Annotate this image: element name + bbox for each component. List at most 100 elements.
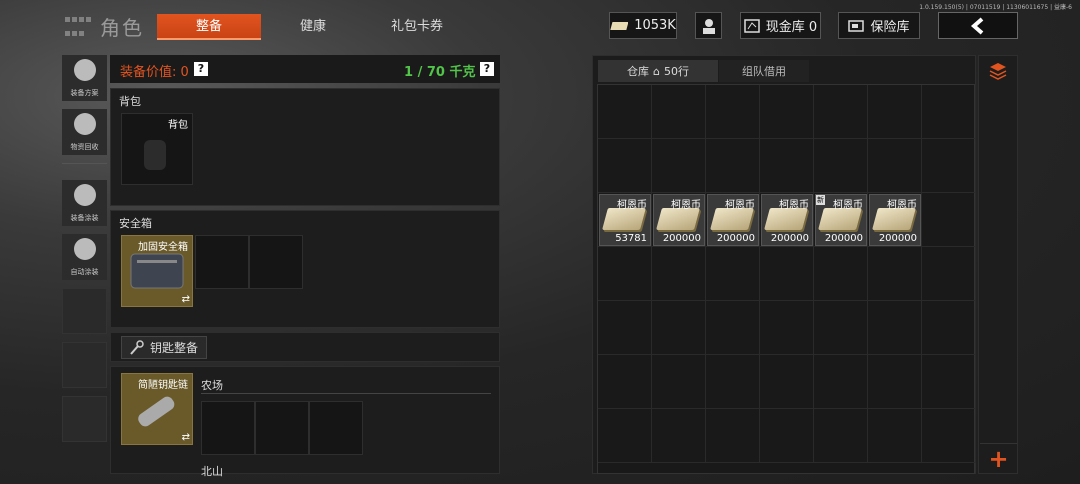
grid-cell[interactable] xyxy=(760,85,814,139)
brush-icon xyxy=(74,238,96,260)
grid-cell[interactable] xyxy=(814,139,868,193)
grid-cell[interactable] xyxy=(868,301,922,355)
banknote-icon xyxy=(710,208,754,230)
warehouse-grid[interactable]: 柯恩币 53781 柯恩币 200000 柯恩币 200000 柯恩币 200000 柯恩币 20… xyxy=(597,84,976,474)
coin-item-name: 柯恩币 xyxy=(779,200,809,211)
loadout-header: 装备价值: 0 ? 1 / 70 千克 ? xyxy=(110,55,500,83)
grid-cell[interactable] xyxy=(922,409,976,463)
sort-stack-icon[interactable] xyxy=(988,62,1010,80)
grid-cell[interactable] xyxy=(652,247,706,301)
currency-display[interactable]: 1053K xyxy=(609,12,677,39)
key-slot[interactable] xyxy=(201,401,255,455)
value-help-icon[interactable]: ? xyxy=(194,62,208,76)
grid-cell[interactable] xyxy=(706,247,760,301)
grid-cell[interactable] xyxy=(760,409,814,463)
left-nav: 装备方案 物资回收 装备涂装 自动涂装 xyxy=(62,55,107,450)
swap-icon[interactable]: ⇄ xyxy=(182,294,190,305)
grid-cell[interactable] xyxy=(598,85,652,139)
grid-cell[interactable] xyxy=(868,409,922,463)
coin-item[interactable]: 柯恩币 200000 xyxy=(869,194,921,246)
grid-cell[interactable] xyxy=(760,139,814,193)
grid-cell[interactable] xyxy=(760,355,814,409)
nav-auto-skin[interactable]: 自动涂装 xyxy=(62,234,107,280)
grid-cell[interactable] xyxy=(652,355,706,409)
helmet-icon xyxy=(74,59,96,81)
grid-cell[interactable] xyxy=(706,409,760,463)
safebox-item[interactable]: 加固安全箱 ⇄ xyxy=(121,235,193,307)
grid-cell[interactable] xyxy=(652,301,706,355)
safe-vault-button[interactable]: 保险库 xyxy=(838,12,920,39)
grid-cell[interactable] xyxy=(760,247,814,301)
grid-cell[interactable] xyxy=(868,355,922,409)
grid-cell[interactable] xyxy=(922,85,976,139)
tab-health[interactable]: 健康 xyxy=(262,14,364,40)
key-loadout-button[interactable]: 钥匙整备 xyxy=(121,336,207,359)
grid-cell[interactable] xyxy=(814,247,868,301)
safe-case-icon xyxy=(130,253,184,289)
key-icon xyxy=(130,339,144,355)
tab-warehouse[interactable]: 仓库 ⌂ 50行 xyxy=(598,60,718,82)
grid-cell[interactable] xyxy=(598,355,652,409)
grid-cell[interactable] xyxy=(598,301,652,355)
safebox-slot[interactable] xyxy=(249,235,303,289)
grid-cell[interactable] xyxy=(922,139,976,193)
back-button[interactable] xyxy=(938,12,1018,39)
grid-cell[interactable] xyxy=(814,301,868,355)
grid-cell[interactable] xyxy=(706,139,760,193)
grid-cell[interactable] xyxy=(706,355,760,409)
coin-item[interactable]: 柯恩币 200000 xyxy=(761,194,813,246)
grid-cell[interactable] xyxy=(652,139,706,193)
grid-cell[interactable] xyxy=(598,409,652,463)
grid-cell[interactable] xyxy=(922,247,976,301)
home-icon: ⌂ xyxy=(653,64,660,78)
operator-icon xyxy=(702,18,715,34)
grid-cell[interactable] xyxy=(598,139,652,193)
key-loadout-bar: 钥匙整备 xyxy=(110,332,500,362)
key-slot[interactable] xyxy=(255,401,309,455)
coin-item-count: 200000 xyxy=(662,233,701,244)
grid-cell[interactable] xyxy=(598,247,652,301)
grid-cell[interactable] xyxy=(868,247,922,301)
cash-vault-button[interactable]: 现金库 0 xyxy=(740,12,821,39)
currency-amount: 1053K xyxy=(634,18,676,33)
operator-button[interactable] xyxy=(695,12,722,39)
backpack-slot[interactable]: 背包 xyxy=(121,113,193,185)
key-slot[interactable] xyxy=(309,401,363,455)
tab-loadout[interactable]: 整备 xyxy=(157,14,261,40)
new-tag: 新 xyxy=(816,195,825,205)
swap-icon[interactable]: ⇄ xyxy=(182,432,190,443)
grid-cell[interactable] xyxy=(652,409,706,463)
add-button[interactable]: + xyxy=(980,443,1017,473)
keychain-item[interactable]: 简陋钥匙链 ⇄ xyxy=(121,373,193,445)
banknote-icon xyxy=(602,208,646,230)
banknote-icon xyxy=(818,208,862,230)
coin-item[interactable]: 柯恩币 200000 xyxy=(653,194,705,246)
coin-item[interactable]: 柯恩币 53781 xyxy=(599,194,651,246)
safebox-section-title: 安全箱 xyxy=(119,217,152,230)
grid-cell[interactable] xyxy=(652,85,706,139)
coin-item-name: 柯恩币 xyxy=(833,200,863,211)
grid-cell[interactable] xyxy=(922,193,976,247)
grid-cell[interactable] xyxy=(868,139,922,193)
grid-cell[interactable] xyxy=(922,355,976,409)
grid-cell[interactable] xyxy=(814,355,868,409)
coin-item[interactable]: 柯恩币 200000 新 xyxy=(815,194,867,246)
grid-cell[interactable] xyxy=(706,85,760,139)
grid-cell[interactable] xyxy=(922,301,976,355)
capacity-help-icon[interactable]: ? xyxy=(480,62,494,76)
tab-gift-cards[interactable]: 礼包卡券 xyxy=(366,14,468,40)
keychain-panel: 简陋钥匙链 ⇄ 农场 北山 xyxy=(110,366,500,478)
page-title: 角色 xyxy=(100,16,144,40)
grid-cell[interactable] xyxy=(760,301,814,355)
coin-item[interactable]: 柯恩币 200000 xyxy=(707,194,759,246)
tab-team-borrow[interactable]: 组队借用 xyxy=(719,60,809,82)
nav-loadout-plan[interactable]: 装备方案 xyxy=(62,55,107,101)
grid-cell[interactable] xyxy=(814,409,868,463)
nav-recycle[interactable]: 物资回收 xyxy=(62,109,107,155)
grid-cell[interactable] xyxy=(706,301,760,355)
warehouse-rows: 50行 xyxy=(663,65,689,78)
safebox-slot[interactable] xyxy=(195,235,249,289)
grid-cell[interactable] xyxy=(868,85,922,139)
grid-cell[interactable] xyxy=(814,85,868,139)
nav-skin[interactable]: 装备涂装 xyxy=(62,180,107,226)
